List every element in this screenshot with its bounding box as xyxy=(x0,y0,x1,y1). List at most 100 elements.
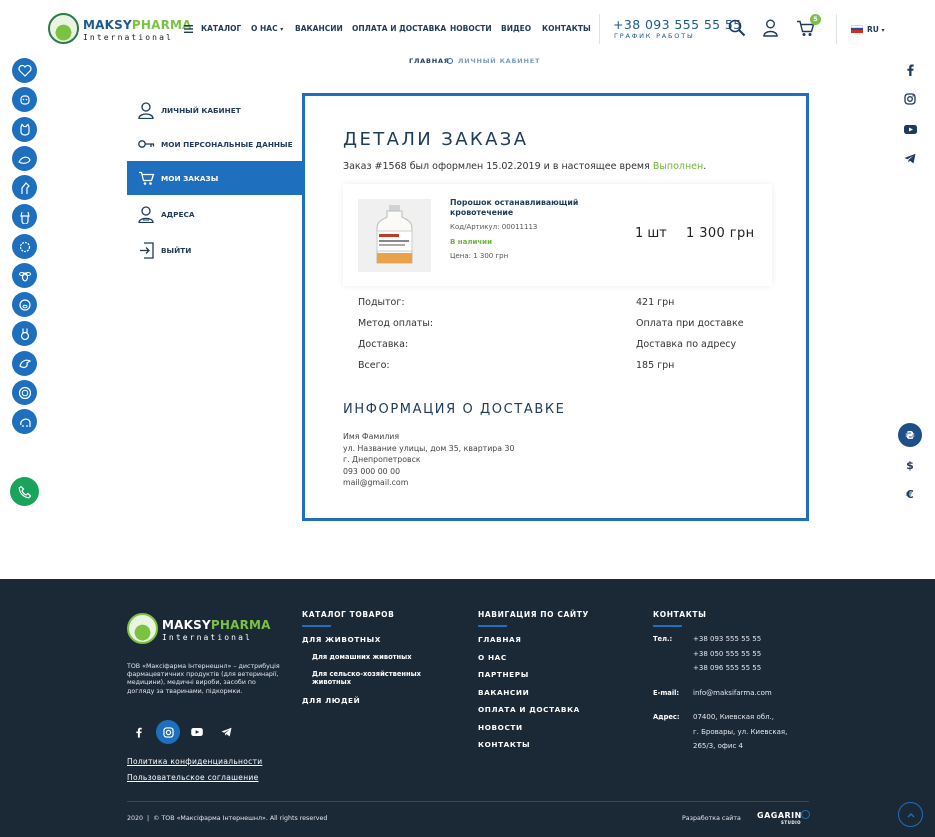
category-cat-icon[interactable] xyxy=(12,117,37,142)
language-selector[interactable]: RU ▾ xyxy=(867,25,885,34)
scroll-to-top-button[interactable] xyxy=(898,802,923,827)
breadcrumb-current: Личный кабинет xyxy=(458,57,541,65)
youtube-icon[interactable] xyxy=(900,119,920,139)
category-bird-icon[interactable] xyxy=(12,351,37,376)
product-total: 1 300 грн xyxy=(686,226,755,241)
category-heart-paw-icon[interactable] xyxy=(12,58,37,83)
menu-icon[interactable] xyxy=(184,25,193,33)
category-rabbit-icon[interactable] xyxy=(12,321,37,346)
footer-nav-about[interactable]: О нас xyxy=(478,653,507,662)
callback-button[interactable] xyxy=(10,477,39,506)
footer-logo[interactable]: MAKSYPHARMA International xyxy=(127,613,270,645)
instagram-icon[interactable] xyxy=(900,89,920,109)
delivery-name: Имя Фамилия xyxy=(343,432,400,441)
facebook-icon[interactable] xyxy=(900,60,920,80)
site-logo[interactable]: MAKSYPHARMA International xyxy=(48,13,191,45)
footer-catalog-farm[interactable]: Для сельско-хозяйственных животных xyxy=(312,670,432,686)
currency-eur-button[interactable]: € xyxy=(898,482,922,506)
footer-instagram-icon[interactable] xyxy=(156,720,180,744)
footer-nav-contacts[interactable]: Контакты xyxy=(478,740,530,749)
logo-emblem-icon xyxy=(127,613,158,644)
nav-payment-delivery[interactable]: Оплата и доставка xyxy=(352,24,446,33)
footer-nav-vacancies[interactable]: Вакансии xyxy=(478,688,529,697)
subtotal-label: Подытог: xyxy=(358,297,405,308)
user-agreement-link[interactable]: Пользовательское соглашение xyxy=(127,773,258,782)
account-menu-logout[interactable]: Выйти xyxy=(127,233,303,267)
category-sheep-icon[interactable] xyxy=(12,234,37,259)
footer-phone-3[interactable]: +38 096 555 55 55 xyxy=(693,664,761,672)
nav-news[interactable]: Новости xyxy=(450,24,492,33)
account-menu-personal-data[interactable]: Мои персональные данные xyxy=(127,127,303,161)
account-menu-orders[interactable]: Мои заказы xyxy=(127,161,303,195)
key-icon xyxy=(137,135,155,153)
footer-nav-news[interactable]: Новости xyxy=(478,723,523,732)
delivery-street: ул. Название улицы, дом 35, квартира 30 xyxy=(343,444,515,453)
footer-email[interactable]: info@maksifarma.com xyxy=(693,689,772,697)
work-hours-link[interactable]: График работы xyxy=(614,32,695,40)
footer-nav-payment[interactable]: Оплата и доставка xyxy=(478,705,580,714)
user-icon[interactable] xyxy=(763,19,778,37)
category-elephant-icon[interactable] xyxy=(12,409,37,434)
category-bee-icon[interactable] xyxy=(12,263,37,288)
nav-video[interactable]: Видео xyxy=(501,24,531,33)
footer-phone-2[interactable]: +38 050 555 55 55 xyxy=(693,650,761,658)
cart-count-badge: 5 xyxy=(810,14,821,25)
payment-method-label: Метод оплаты: xyxy=(358,318,434,329)
account-menu-dashboard[interactable]: Личный кабинет xyxy=(127,93,303,127)
delivery-email: mail@gmail.com xyxy=(343,478,409,487)
logo-subtitle: International xyxy=(162,633,252,642)
total-label: Всего: xyxy=(358,360,390,371)
footer-phone-1[interactable]: +38 093 555 55 55 xyxy=(693,635,761,643)
product-image[interactable] xyxy=(358,199,431,272)
category-horse-icon[interactable] xyxy=(12,175,37,200)
footer-tel-label: Тел.: xyxy=(653,635,673,643)
footer-title-underline xyxy=(478,625,507,627)
category-goat-icon[interactable] xyxy=(12,204,37,229)
chevron-up-icon xyxy=(907,812,914,817)
logo-text: MAKSYPHARMA xyxy=(162,618,271,632)
product-name[interactable]: Порошок останавливающий кровотечение xyxy=(450,198,590,218)
nav-vacancies[interactable]: Вакансии xyxy=(295,24,343,33)
category-cow-icon[interactable] xyxy=(12,87,37,112)
logo-subtitle: International xyxy=(83,33,173,42)
footer-catalog-animals[interactable]: Для животных xyxy=(302,635,381,644)
footer-catalog-pets[interactable]: Для домашних животных xyxy=(312,653,412,661)
order-status: Выполнен xyxy=(652,161,704,172)
footer-nav-home[interactable]: Главная xyxy=(478,635,522,644)
breadcrumb-home[interactable]: Главная xyxy=(409,57,450,65)
footer-youtube-icon[interactable] xyxy=(185,720,209,744)
footer-nav-partners[interactable]: Партнеры xyxy=(478,670,529,679)
site-footer: MAKSYPHARMA International ТОВ «Максіфарм… xyxy=(0,579,935,837)
total-value: 185 грн xyxy=(636,360,675,371)
product-stock-status: В наличии xyxy=(450,238,492,246)
developer-logo[interactable]: GAGARIN STUDIO xyxy=(757,810,811,827)
footer-telegram-icon[interactable] xyxy=(214,720,238,744)
header-divider-2 xyxy=(836,14,837,44)
header-phone[interactable]: +38 093 555 55 55 xyxy=(613,17,742,32)
rocket-icon xyxy=(801,810,810,819)
footer-address-label: Адрес: xyxy=(653,713,680,721)
developer-label: Разработка сайта xyxy=(682,815,741,822)
nav-catalog[interactable]: Каталог xyxy=(201,24,241,33)
telegram-icon[interactable] xyxy=(900,148,920,168)
footer-catalog-people[interactable]: Для людей xyxy=(302,696,360,705)
delivery-info-title: Информация о доставке xyxy=(343,402,566,417)
product-quantity: 1 шт xyxy=(635,226,667,241)
chevron-down-icon: ▾ xyxy=(280,26,284,33)
logo-emblem-icon xyxy=(48,13,79,44)
category-fish-icon[interactable] xyxy=(12,146,37,171)
footer-address-1: 07400, Киевская обл., xyxy=(693,713,774,721)
delivery-city: г. Днепропетровск xyxy=(343,455,421,464)
account-menu-addresses[interactable]: Адреса xyxy=(127,197,303,231)
nav-about[interactable]: О нас ▾ xyxy=(251,24,283,33)
footer-facebook-icon[interactable] xyxy=(127,720,151,744)
currency-usd-button[interactable]: $ xyxy=(898,453,922,477)
header-divider xyxy=(599,14,600,44)
currency-uah-button[interactable]: ₴ xyxy=(898,423,922,447)
order-product-card: Порошок останавливающий кровотечение Код… xyxy=(343,184,772,286)
search-icon[interactable] xyxy=(728,19,746,37)
nav-contacts[interactable]: Контакты xyxy=(542,24,591,33)
privacy-policy-link[interactable]: Политика конфиденциальности xyxy=(127,757,262,766)
category-lion-icon[interactable] xyxy=(12,380,37,405)
category-pig-icon[interactable] xyxy=(12,292,37,317)
